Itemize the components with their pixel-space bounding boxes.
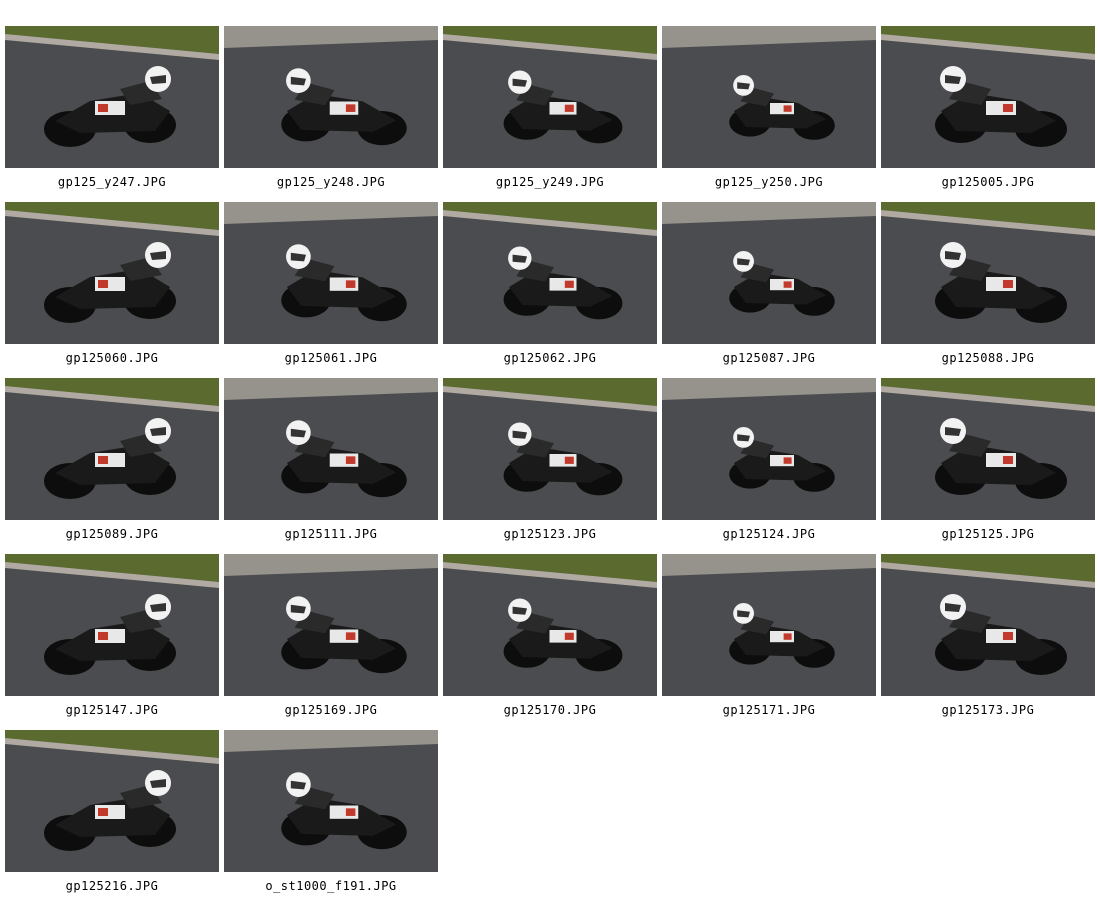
bike-photo-graphic (5, 26, 219, 168)
file-name[interactable]: gp125123.JPG (443, 527, 657, 541)
photo-thumbnail[interactable] (443, 554, 657, 696)
file-name[interactable]: gp125171.JPG (662, 703, 876, 717)
gallery-item[interactable]: gp125062.JPG (443, 202, 657, 374)
bike-photo-graphic (443, 378, 657, 520)
gallery-item[interactable]: gp125061.JPG (224, 202, 438, 374)
file-name[interactable]: gp125147.JPG (5, 703, 219, 717)
photo-thumbnail[interactable] (5, 202, 219, 344)
bike-photo-graphic (5, 378, 219, 520)
bike-photo-graphic (662, 26, 876, 168)
bike-photo-graphic (224, 554, 438, 696)
gallery-item[interactable]: gp125089.JPG (5, 378, 219, 550)
photo-thumbnail[interactable] (881, 202, 1095, 344)
photo-thumbnail[interactable] (224, 554, 438, 696)
bike-photo-graphic (881, 26, 1095, 168)
file-name[interactable]: gp125_y248.JPG (224, 175, 438, 189)
gallery-item[interactable]: gp125_y250.JPG (662, 26, 876, 198)
photo-thumbnail[interactable] (5, 378, 219, 520)
photo-thumbnail[interactable] (443, 202, 657, 344)
file-name[interactable]: gp125216.JPG (5, 879, 219, 893)
bike-photo-graphic (881, 378, 1095, 520)
bike-photo-graphic (443, 554, 657, 696)
file-name[interactable]: gp125170.JPG (443, 703, 657, 717)
gallery-item[interactable]: gp125111.JPG (224, 378, 438, 550)
file-name[interactable]: gp125173.JPG (881, 703, 1095, 717)
bike-photo-graphic (224, 378, 438, 520)
gallery-item[interactable]: o_st1000_f191.JPG (224, 730, 438, 902)
file-name[interactable]: gp125111.JPG (224, 527, 438, 541)
file-name[interactable]: gp125_y250.JPG (662, 175, 876, 189)
file-name[interactable]: o_st1000_f191.JPG (224, 879, 438, 893)
bike-photo-graphic (5, 554, 219, 696)
photo-thumbnail[interactable] (662, 202, 876, 344)
photo-thumbnail[interactable] (881, 378, 1095, 520)
photo-thumbnail[interactable] (224, 202, 438, 344)
file-name[interactable]: gp125060.JPG (5, 351, 219, 365)
photo-thumbnail[interactable] (224, 730, 438, 872)
file-name[interactable]: gp125061.JPG (224, 351, 438, 365)
gallery-item[interactable]: gp125171.JPG (662, 554, 876, 726)
bike-photo-graphic (662, 554, 876, 696)
bike-photo-graphic (662, 378, 876, 520)
photo-thumbnail[interactable] (5, 730, 219, 872)
bike-photo-graphic (5, 202, 219, 344)
photo-thumbnail[interactable] (881, 26, 1095, 168)
gallery-item[interactable]: gp125147.JPG (5, 554, 219, 726)
bike-photo-graphic (224, 26, 438, 168)
file-name[interactable]: gp125089.JPG (5, 527, 219, 541)
file-name[interactable]: gp125_y249.JPG (443, 175, 657, 189)
gallery-item[interactable]: gp125_y247.JPG (5, 26, 219, 198)
bike-photo-graphic (224, 730, 438, 872)
photo-thumbnail[interactable] (443, 26, 657, 168)
photo-thumbnail[interactable] (881, 554, 1095, 696)
gallery-item[interactable]: gp125124.JPG (662, 378, 876, 550)
photo-thumbnail[interactable] (5, 26, 219, 168)
gallery-item[interactable]: gp125005.JPG (881, 26, 1095, 198)
gallery-item[interactable]: gp125170.JPG (443, 554, 657, 726)
file-name[interactable]: gp125169.JPG (224, 703, 438, 717)
gallery-item[interactable]: gp125088.JPG (881, 202, 1095, 374)
photo-thumbnail[interactable] (662, 378, 876, 520)
gallery-item[interactable]: gp125060.JPG (5, 202, 219, 374)
gallery-item[interactable]: gp125216.JPG (5, 730, 219, 902)
gallery-item[interactable]: gp125_y249.JPG (443, 26, 657, 198)
photo-thumbnail[interactable] (5, 554, 219, 696)
file-name[interactable]: gp125124.JPG (662, 527, 876, 541)
gallery-item[interactable]: gp125173.JPG (881, 554, 1095, 726)
gallery-item[interactable]: gp125123.JPG (443, 378, 657, 550)
photo-thumbnail[interactable] (662, 26, 876, 168)
file-name[interactable]: gp125005.JPG (881, 175, 1095, 189)
bike-photo-graphic (881, 554, 1095, 696)
bike-photo-graphic (443, 202, 657, 344)
gallery-item[interactable]: gp125125.JPG (881, 378, 1095, 550)
bike-photo-graphic (443, 26, 657, 168)
file-name[interactable]: gp125088.JPG (881, 351, 1095, 365)
file-name[interactable]: gp125087.JPG (662, 351, 876, 365)
photo-thumbnail[interactable] (224, 378, 438, 520)
photo-thumbnail[interactable] (662, 554, 876, 696)
gallery-item[interactable]: gp125169.JPG (224, 554, 438, 726)
photo-thumbnail[interactable] (224, 26, 438, 168)
bike-photo-graphic (662, 202, 876, 344)
file-name[interactable]: gp125_y247.JPG (5, 175, 219, 189)
gallery-item[interactable]: gp125_y248.JPG (224, 26, 438, 198)
gallery-item[interactable]: gp125087.JPG (662, 202, 876, 374)
bike-photo-graphic (224, 202, 438, 344)
bike-photo-graphic (5, 730, 219, 872)
photo-thumbnail[interactable] (443, 378, 657, 520)
file-name[interactable]: gp125062.JPG (443, 351, 657, 365)
file-name[interactable]: gp125125.JPG (881, 527, 1095, 541)
bike-photo-graphic (881, 202, 1095, 344)
